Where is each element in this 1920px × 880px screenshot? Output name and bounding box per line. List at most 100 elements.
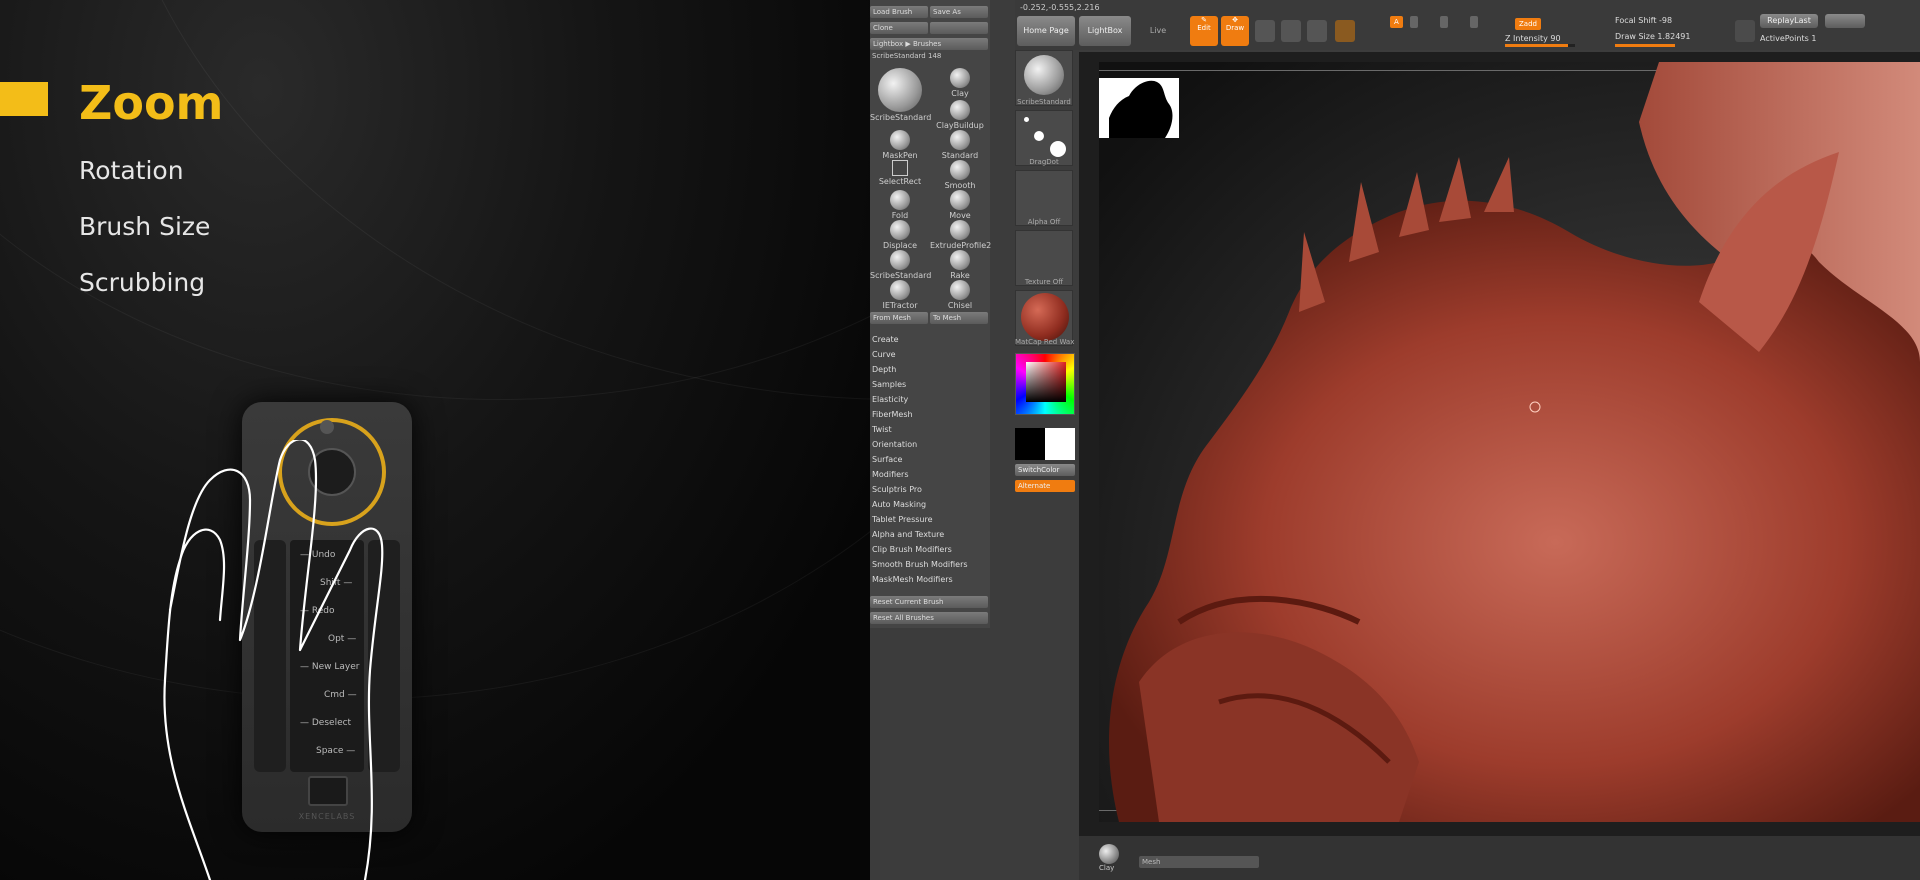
home-page-button[interactable]: Home Page xyxy=(1017,16,1075,46)
submenu-elasticity[interactable]: Elasticity xyxy=(872,395,908,404)
dynamic-icon[interactable] xyxy=(1735,20,1755,42)
mrgb-toggle[interactable] xyxy=(1410,16,1418,28)
submenu-maskmesh[interactable]: MaskMesh Modifiers xyxy=(872,575,953,584)
color-picker[interactable] xyxy=(1015,353,1075,415)
alternate-button[interactable]: Alternate xyxy=(1015,480,1075,492)
from-mesh-button[interactable]: From Mesh xyxy=(870,312,928,324)
draw-size-slider[interactable]: Draw Size 1.82491 xyxy=(1615,32,1691,41)
lightbox-brushes-button[interactable]: Lightbox ▶ Brushes xyxy=(870,38,988,50)
submenu-modifiers[interactable]: Modifiers xyxy=(872,470,909,479)
submenu-depth[interactable]: Depth xyxy=(872,365,896,374)
rotate-mode-icon[interactable] xyxy=(1307,20,1327,42)
submenu-alpha-texture[interactable]: Alpha and Texture xyxy=(872,530,944,539)
mesh-selector[interactable]: Mesh xyxy=(1139,856,1259,868)
submenu-surface[interactable]: Surface xyxy=(872,455,902,464)
brush-label: SelectRect xyxy=(878,177,922,186)
submenu-curve[interactable]: Curve xyxy=(872,350,896,359)
draw-mode-button[interactable]: ✥ Draw xyxy=(1221,16,1249,46)
brush-label: IETractor xyxy=(882,301,918,310)
material-ball-icon xyxy=(1021,293,1069,341)
brush-smooth[interactable]: Smooth xyxy=(930,160,990,190)
a-toggle[interactable]: A xyxy=(1390,16,1403,28)
focal-shift-slider[interactable]: Focal Shift -98 xyxy=(1615,16,1672,25)
sculpt-model[interactable] xyxy=(1099,62,1920,822)
select-brush-button[interactable] xyxy=(930,22,988,34)
brush-ietractor[interactable]: IETractor xyxy=(870,280,930,310)
canvas-viewport[interactable] xyxy=(1079,52,1920,836)
brush-clay[interactable]: Clay xyxy=(930,68,990,98)
submenu-auto-masking[interactable]: Auto Masking xyxy=(872,500,926,509)
live-boolean-button[interactable]: Live Boolean xyxy=(1135,16,1181,65)
submenu-create[interactable]: Create xyxy=(872,335,899,344)
replay-last-button[interactable]: ReplayLast xyxy=(1760,14,1818,28)
brush-maskpen[interactable]: MaskPen xyxy=(870,130,930,160)
sphere-icon[interactable] xyxy=(1335,20,1355,42)
document-canvas[interactable] xyxy=(1099,62,1920,822)
brush-preview-icon xyxy=(950,190,970,210)
brush-fold[interactable]: Fold xyxy=(870,190,930,220)
shelf-column: ScribeStandard DragDot Alpha Off Texture… xyxy=(1015,40,1075,500)
color-swatches[interactable] xyxy=(1015,428,1075,460)
edit-mode-button[interactable]: ✎ Edit xyxy=(1190,16,1218,46)
load-brush-button[interactable]: Load Brush xyxy=(870,6,928,18)
submenu-tablet-pressure[interactable]: Tablet Pressure xyxy=(872,515,933,524)
submenu-sculptris-pro[interactable]: Sculptris Pro xyxy=(872,485,922,494)
to-mesh-button[interactable]: To Mesh xyxy=(930,312,988,324)
brush-rake[interactable]: Rake xyxy=(930,250,990,280)
status-light xyxy=(320,420,334,434)
brush-label: Chisel xyxy=(947,301,973,310)
brush-chisel[interactable]: Chisel xyxy=(930,280,990,310)
feature-item-scrubbing[interactable]: Scrubbing xyxy=(79,268,205,297)
z-intensity-slider[interactable]: Z Intensity 90 xyxy=(1505,34,1561,43)
brush-selector[interactable]: ScribeStandard 148 xyxy=(870,52,990,66)
save-as-button[interactable]: Save As xyxy=(930,6,988,18)
submenu-smooth-brush[interactable]: Smooth Brush Modifiers xyxy=(872,560,968,569)
brush-selector-name: ScribeStandard xyxy=(872,52,926,60)
brush-standard[interactable]: Standard xyxy=(930,130,990,160)
feature-item-brush-size[interactable]: Brush Size xyxy=(79,212,210,241)
brush-label: Smooth xyxy=(944,181,976,190)
left-gutter xyxy=(870,628,1079,880)
brush-count: 148 xyxy=(928,52,942,60)
m-toggle[interactable] xyxy=(1470,16,1478,28)
dot-icon xyxy=(1024,117,1029,122)
clone-button[interactable]: Clone xyxy=(870,22,928,34)
draw-label: Draw xyxy=(1225,24,1245,32)
main-color-swatch[interactable] xyxy=(1015,428,1045,460)
toolbar-extra-button[interactable] xyxy=(1825,14,1865,28)
move-mode-icon[interactable] xyxy=(1255,20,1275,42)
z-intensity-value: 90 xyxy=(1550,34,1561,43)
brush-extrudeprofile2[interactable]: ExtrudeProfile2 xyxy=(930,220,992,250)
brush-preview-icon xyxy=(890,130,910,150)
dot-icon xyxy=(1034,131,1044,141)
submenu-samples[interactable]: Samples xyxy=(872,380,906,389)
secondary-color-swatch[interactable] xyxy=(1045,428,1075,460)
brush-preview-icon xyxy=(950,130,970,150)
edit-label: Edit xyxy=(1197,24,1211,32)
brush-preview-icon xyxy=(890,280,910,300)
brush-label: ExtrudeProfile2 xyxy=(930,241,992,250)
brush-move[interactable]: Move xyxy=(930,190,990,220)
lightbox-button[interactable]: LightBox xyxy=(1079,16,1131,46)
brush-label: Rake xyxy=(950,271,970,280)
active-feature-title: Zoom xyxy=(79,76,224,130)
brush-claybuildup[interactable]: ClayBuildup xyxy=(930,100,990,130)
submenu-fibermesh[interactable]: FiberMesh xyxy=(872,410,913,419)
reset-all-brushes-button[interactable]: Reset All Brushes xyxy=(870,612,988,624)
brush-displace[interactable]: Displace xyxy=(870,220,930,250)
zadd-toggle[interactable]: Zadd xyxy=(1515,18,1541,30)
submenu-clip-brush[interactable]: Clip Brush Modifiers xyxy=(872,545,952,554)
submenu-twist[interactable]: Twist xyxy=(872,425,892,434)
brush-selectrect[interactable]: SelectRect xyxy=(870,160,930,190)
feature-item-rotation[interactable]: Rotation xyxy=(79,156,184,185)
switch-color-button[interactable]: SwitchColor xyxy=(1015,464,1075,476)
saturation-square[interactable] xyxy=(1026,362,1066,402)
brush-scribestandard[interactable]: ScribeStandard xyxy=(870,250,931,280)
brush-label: ScribeStandard xyxy=(870,113,932,122)
reset-current-brush-button[interactable]: Reset Current Brush xyxy=(870,596,988,608)
rgb-toggle[interactable] xyxy=(1440,16,1448,28)
current-brush-icon[interactable] xyxy=(1099,844,1119,864)
scale-mode-icon[interactable] xyxy=(1281,20,1301,42)
brush-scribestandard-large[interactable]: ScribeStandard xyxy=(870,68,931,122)
submenu-orientation[interactable]: Orientation xyxy=(872,440,917,449)
